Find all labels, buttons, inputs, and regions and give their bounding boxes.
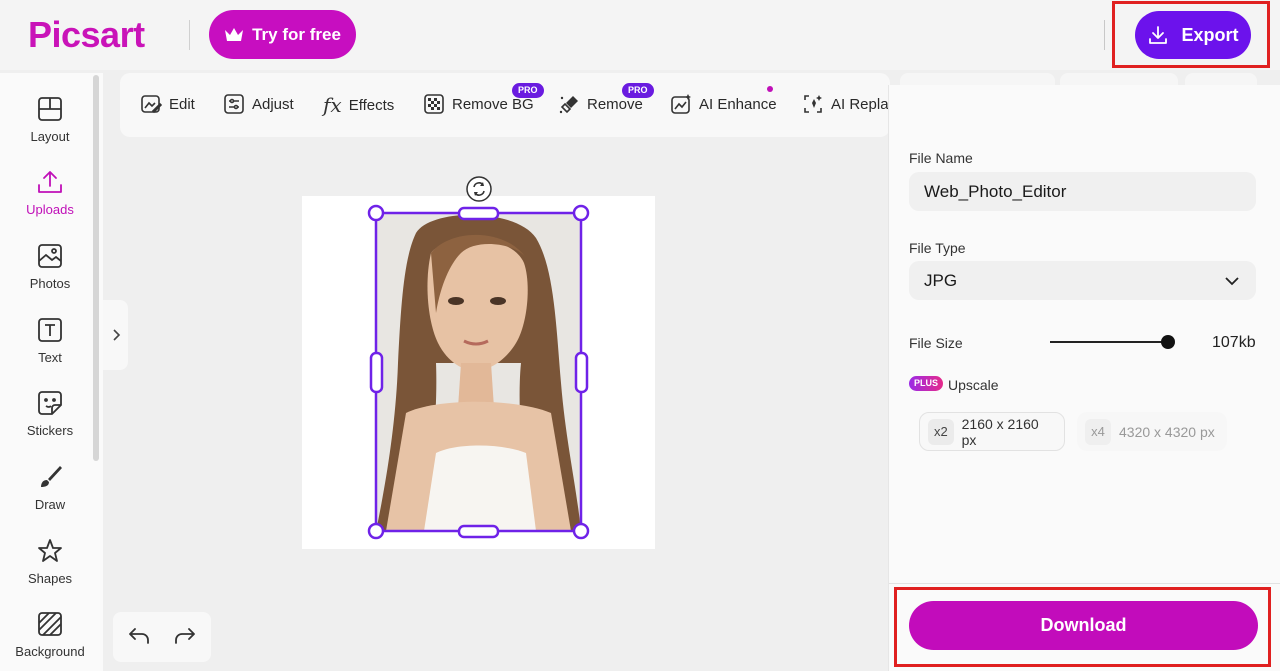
top-header: Picsart Try for free Export <box>0 0 1280 70</box>
file-size-slider-track[interactable] <box>1050 341 1170 343</box>
sidebar-item-label: Draw <box>34 497 66 512</box>
upscale-multiplier: x4 <box>1085 418 1111 445</box>
tool-ai-enhance[interactable]: AI Enhance <box>670 93 777 115</box>
file-name-field[interactable] <box>909 172 1256 211</box>
undo-icon[interactable] <box>127 625 151 647</box>
header-divider <box>189 20 190 50</box>
upscale-multiplier: x2 <box>928 418 954 445</box>
fx-icon: fx <box>323 93 342 117</box>
file-size-value: 107kb <box>1212 334 1256 351</box>
sidebar-item-draw[interactable]: Draw <box>0 463 100 512</box>
background-icon <box>38 612 62 636</box>
upscale-option-x2[interactable]: x2 2160 x 2160 px <box>919 412 1065 451</box>
sidebar-item-label: Uploads <box>26 202 74 217</box>
app-root: Picsart Try for free Export Layout Uploa… <box>0 0 1280 671</box>
toolbar-overflow-area <box>1185 73 1257 85</box>
tool-label: Remove BG <box>452 95 534 113</box>
adjust-icon <box>224 94 244 114</box>
toolbar-overflow-area <box>900 73 1055 85</box>
edit-toolbar: Edit Adjust fx Effects Remove BG Remove … <box>120 73 890 137</box>
brush-icon <box>41 466 62 487</box>
photo-icon <box>38 244 62 268</box>
sidebar-item-label: Layout <box>30 129 70 144</box>
left-sidebar: Layout Uploads Photos Text Stickers Draw… <box>0 73 103 671</box>
text-icon <box>38 318 62 342</box>
tool-effects[interactable]: fx Effects <box>323 93 394 117</box>
tool-label: Edit <box>169 95 195 113</box>
file-type-select[interactable]: JPG <box>909 261 1256 300</box>
tool-ai-replace[interactable]: AI Repla <box>802 93 889 115</box>
sidebar-item-background[interactable]: Background <box>0 610 100 659</box>
upload-icon <box>38 171 62 193</box>
expand-panel-button[interactable] <box>103 300 128 370</box>
tool-label: Remove <box>587 95 643 113</box>
sidebar-item-label: Stickers <box>26 423 74 438</box>
history-controls <box>113 612 211 662</box>
tool-adjust[interactable]: Adjust <box>223 93 294 115</box>
redo-icon[interactable] <box>173 625 197 647</box>
portrait-photo[interactable] <box>376 213 581 531</box>
ai-enhance-icon <box>671 94 691 114</box>
header-divider-right <box>1104 20 1105 50</box>
pro-badge: PRO <box>622 83 654 98</box>
picsart-logo[interactable]: Picsart <box>28 14 145 56</box>
file-type-value: JPG <box>924 270 958 290</box>
ai-replace-icon <box>804 95 822 113</box>
sidebar-item-stickers[interactable]: Stickers <box>0 389 100 438</box>
sidebar-item-label: Shapes <box>27 571 73 586</box>
new-indicator-dot <box>767 86 773 92</box>
sidebar-item-photos[interactable]: Photos <box>0 242 100 291</box>
sidebar-scrollbar[interactable] <box>93 75 99 461</box>
download-highlight-box <box>894 587 1271 667</box>
tool-label: Effects <box>348 96 395 114</box>
try-for-free-button[interactable]: Try for free <box>209 10 356 59</box>
rotate-handle-icon[interactable] <box>467 177 491 201</box>
tool-label: AI Repla <box>831 95 889 113</box>
sidebar-item-text[interactable]: Text <box>0 316 100 365</box>
layout-icon <box>38 97 62 121</box>
upscale-option-x4[interactable]: x4 4320 x 4320 px <box>1077 412 1227 451</box>
sidebar-item-label: Photos <box>29 276 71 291</box>
sidebar-item-uploads[interactable]: Uploads <box>0 168 100 217</box>
sidebar-item-label: Text <box>38 350 62 365</box>
upscale-label: Upscale <box>948 377 999 393</box>
try-for-free-label: Try for free <box>252 24 341 44</box>
export-highlight-box <box>1112 1 1270 68</box>
sidebar-item-label: Background <box>15 644 85 659</box>
sticker-icon <box>38 391 62 415</box>
sidebar-item-shapes[interactable]: Shapes <box>0 537 100 586</box>
tool-edit[interactable]: Edit <box>140 93 195 115</box>
upscale-size: 4320 x 4320 px <box>1119 423 1215 440</box>
file-type-label: File Type <box>909 240 966 256</box>
chevron-right-icon <box>112 329 120 341</box>
panel-divider <box>889 583 1280 584</box>
sidebar-item-layout[interactable]: Layout <box>0 95 100 144</box>
file-size-label: File Size <box>909 335 963 351</box>
tool-label: Adjust <box>252 95 294 113</box>
file-name-input[interactable] <box>924 181 1224 202</box>
edit-icon <box>141 95 162 114</box>
file-name-label: File Name <box>909 150 973 166</box>
pro-badge: PRO <box>512 83 544 98</box>
star-icon <box>38 539 62 562</box>
remove-bg-icon <box>424 94 444 114</box>
tool-label: AI Enhance <box>699 95 777 113</box>
eraser-icon <box>559 96 578 114</box>
toolbar-overflow-area <box>1060 73 1178 85</box>
plus-badge: PLUS <box>909 376 943 391</box>
file-size-slider-handle[interactable] <box>1161 335 1175 349</box>
upscale-size: 2160 x 2160 px <box>961 415 1039 448</box>
chevron-down-icon <box>1225 276 1239 285</box>
crown-icon <box>225 27 244 41</box>
